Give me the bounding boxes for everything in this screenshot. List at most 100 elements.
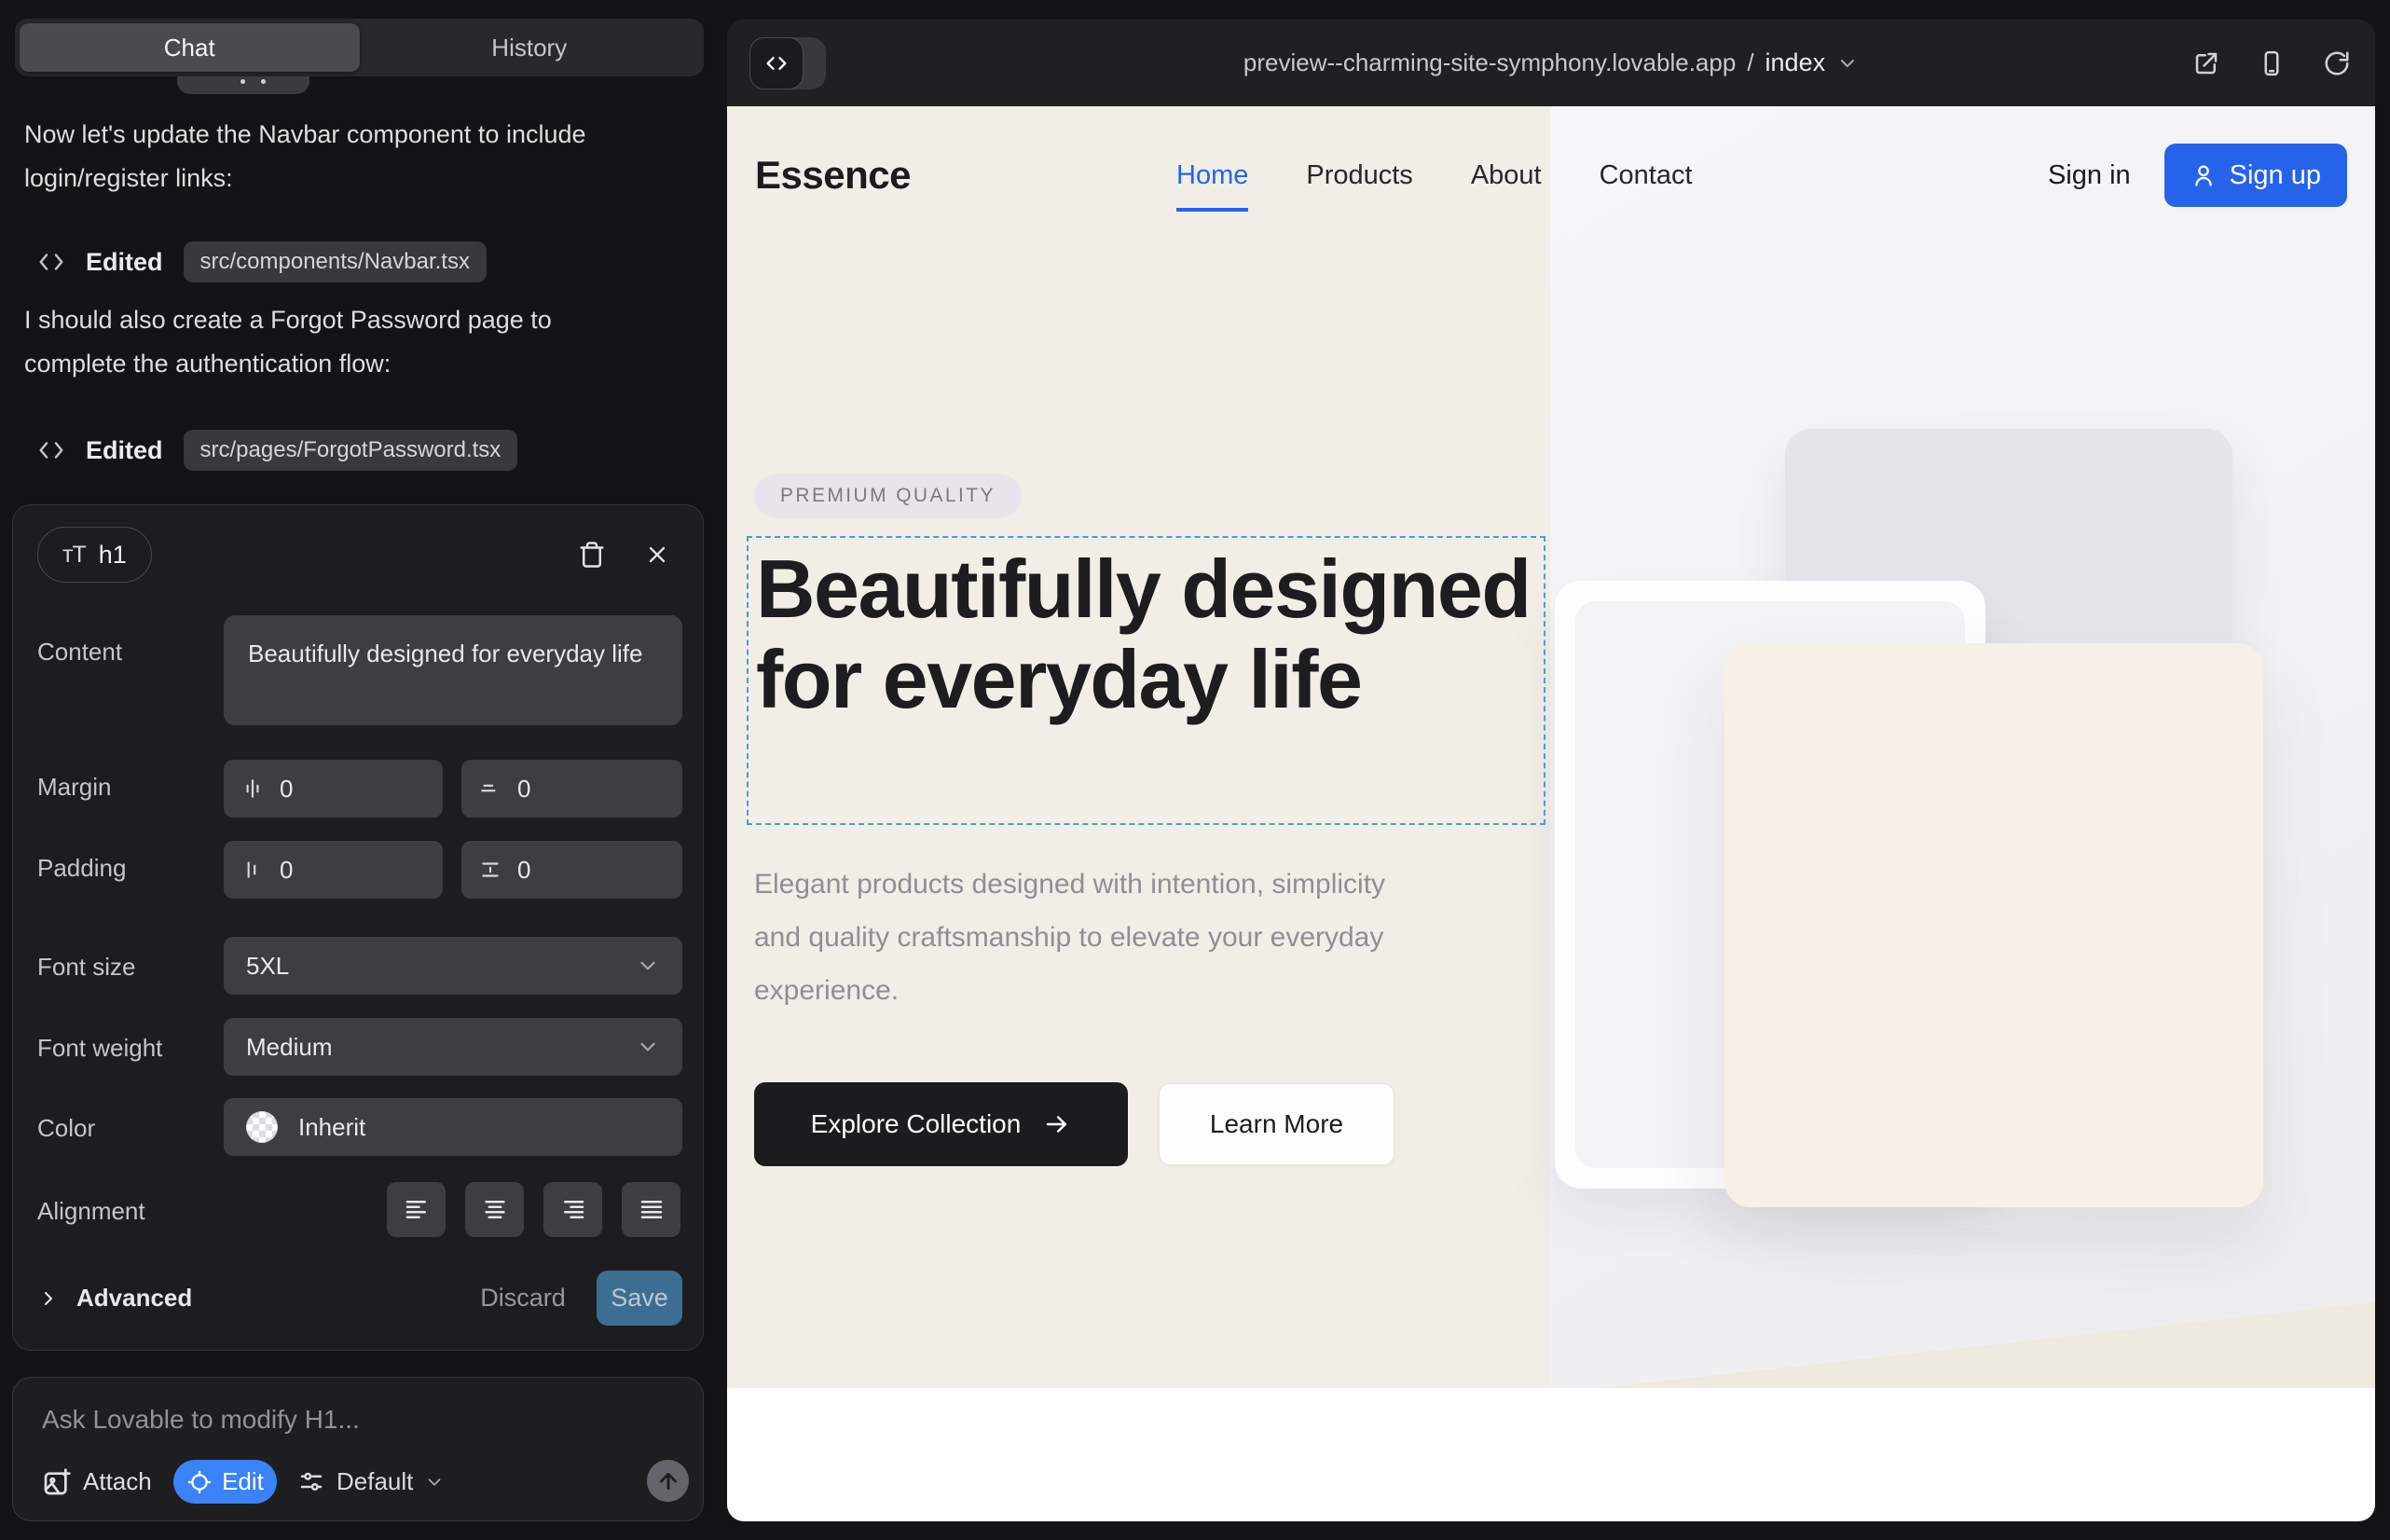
nav-link-label: Home — [1176, 160, 1248, 190]
color-select[interactable]: Inherit — [224, 1098, 682, 1156]
clipped-chip — [177, 76, 309, 94]
align-left-icon — [403, 1196, 431, 1224]
chevron-down-icon — [424, 1472, 445, 1492]
color-value: Inherit — [298, 1113, 365, 1142]
file-chip[interactable]: src/pages/ForgotPassword.tsx — [184, 430, 518, 471]
margin-vertical-value: 0 — [517, 775, 530, 804]
active-link-underline — [1176, 208, 1248, 212]
preview-url: preview--charming-site-symphony.lovable.… — [1243, 48, 1736, 77]
content-input[interactable]: Beautifully designed for everyday life — [224, 615, 682, 725]
preview-browser: preview--charming-site-symphony.lovable.… — [727, 20, 2375, 1521]
sign-up-button[interactable]: Sign up — [2164, 144, 2347, 207]
edit-label: Edit — [222, 1467, 264, 1496]
edited-label: Edited — [86, 248, 163, 277]
padding-field-label: Padding — [37, 854, 126, 883]
learn-more-button[interactable]: Learn More — [1159, 1083, 1394, 1165]
close-icon — [644, 542, 670, 568]
chevron-right-icon — [37, 1287, 60, 1310]
nav-link-home[interactable]: Home — [1176, 160, 1248, 191]
font-size-select[interactable]: 5XL — [224, 937, 682, 995]
explore-collection-button[interactable]: Explore Collection — [754, 1082, 1128, 1166]
site-nav-links: Home Products About Contact — [1176, 106, 1693, 244]
align-center-button[interactable] — [465, 1182, 524, 1237]
url-bar[interactable]: preview--charming-site-symphony.lovable.… — [1243, 20, 1859, 106]
element-tag: h1 — [99, 541, 127, 570]
hero-heading[interactable]: Beautifully designed for everyday life — [756, 543, 1539, 724]
external-link-icon — [2192, 49, 2220, 77]
nav-link-products[interactable]: Products — [1306, 160, 1412, 191]
padding-vertical-icon — [478, 858, 502, 882]
advanced-toggle[interactable]: Advanced — [37, 1271, 192, 1326]
hero-card-cream — [1724, 643, 2263, 1207]
tab-chat[interactable]: Chat — [20, 23, 360, 72]
padding-horizontal-value: 0 — [280, 856, 293, 885]
padding-horizontal-input[interactable]: 0 — [224, 841, 443, 899]
edited-file-row[interactable]: Edited src/pages/ForgotPassword.tsx — [37, 429, 517, 472]
assistant-message: I should also create a Forgot Password p… — [24, 298, 621, 386]
type-icon: тT — [62, 542, 86, 569]
delete-element-button[interactable] — [576, 539, 607, 570]
padding-horizontal-icon — [240, 858, 265, 882]
color-swatch — [246, 1111, 278, 1143]
font-size-value: 5XL — [246, 952, 289, 981]
align-right-button[interactable] — [543, 1182, 602, 1237]
mode-label: Default — [337, 1467, 413, 1496]
font-size-label: Font size — [37, 953, 136, 982]
margin-horizontal-input[interactable]: 0 — [224, 760, 443, 818]
hero-cta-row: Explore Collection Learn More — [754, 1082, 1394, 1166]
discard-button[interactable]: Discard — [484, 1271, 562, 1326]
padding-vertical-value: 0 — [517, 856, 530, 885]
explore-collection-label: Explore Collection — [811, 1109, 1022, 1139]
font-weight-value: Medium — [246, 1033, 332, 1062]
code-icon — [37, 436, 65, 464]
site-navbar: Essence Home Products About Contact Sign… — [727, 106, 2375, 244]
tab-history[interactable]: History — [360, 23, 700, 72]
hero-wedge-shape — [1599, 1302, 2375, 1388]
chevron-down-icon — [1836, 52, 1859, 75]
content-field-label: Content — [37, 638, 122, 667]
attach-button[interactable]: Attach — [42, 1460, 152, 1504]
image-plus-icon — [42, 1467, 72, 1497]
padding-vertical-input[interactable]: 0 — [461, 841, 682, 899]
close-editor-button[interactable] — [641, 539, 672, 570]
edited-file-row[interactable]: Edited src/components/Navbar.tsx — [37, 241, 487, 283]
arrow-right-icon — [1043, 1110, 1071, 1138]
code-icon — [37, 248, 65, 276]
open-external-button[interactable] — [2192, 49, 2220, 77]
preview-page: index — [1765, 48, 1826, 77]
code-view-segment[interactable] — [749, 37, 804, 89]
smartphone-icon — [2258, 49, 2286, 77]
user-icon — [2191, 162, 2217, 188]
chevron-down-icon — [636, 1035, 660, 1059]
selected-element-pill[interactable]: тT h1 — [37, 527, 152, 583]
nav-link-contact[interactable]: Contact — [1600, 160, 1693, 191]
edit-mode-button[interactable]: Edit — [173, 1460, 277, 1504]
align-right-icon — [559, 1196, 587, 1224]
mobile-view-button[interactable] — [2258, 49, 2286, 77]
align-justify-button[interactable] — [622, 1182, 680, 1237]
nav-link-about[interactable]: About — [1471, 160, 1542, 191]
save-button[interactable]: Save — [597, 1271, 682, 1326]
selection-outline[interactable]: Beautifully designed for everyday life — [747, 536, 1545, 825]
margin-horizontal-icon — [240, 777, 265, 801]
alignment-label: Alignment — [37, 1197, 145, 1226]
file-chip[interactable]: src/components/Navbar.tsx — [184, 241, 487, 282]
font-weight-select[interactable]: Medium — [224, 1018, 682, 1076]
mode-selector[interactable]: Default — [297, 1460, 445, 1504]
site-logo[interactable]: Essence — [755, 106, 911, 244]
align-left-button[interactable] — [387, 1182, 446, 1237]
send-button[interactable] — [647, 1460, 689, 1502]
margin-vertical-input[interactable]: 0 — [461, 760, 682, 818]
refresh-button[interactable] — [2323, 49, 2351, 77]
align-center-icon — [481, 1196, 509, 1224]
chat-history-tabbar: Chat History — [15, 19, 704, 76]
composer-input[interactable] — [42, 1398, 657, 1441]
url-separator: / — [1747, 48, 1753, 77]
trash-icon — [578, 541, 606, 569]
site-viewport: Essence Home Products About Contact Sign… — [727, 106, 2375, 1521]
sign-in-link[interactable]: Sign in — [2048, 160, 2131, 191]
advanced-label: Advanced — [76, 1284, 192, 1313]
color-label: Color — [37, 1114, 95, 1143]
code-preview-toggle[interactable] — [749, 37, 826, 89]
chrome-actions — [2192, 20, 2351, 106]
